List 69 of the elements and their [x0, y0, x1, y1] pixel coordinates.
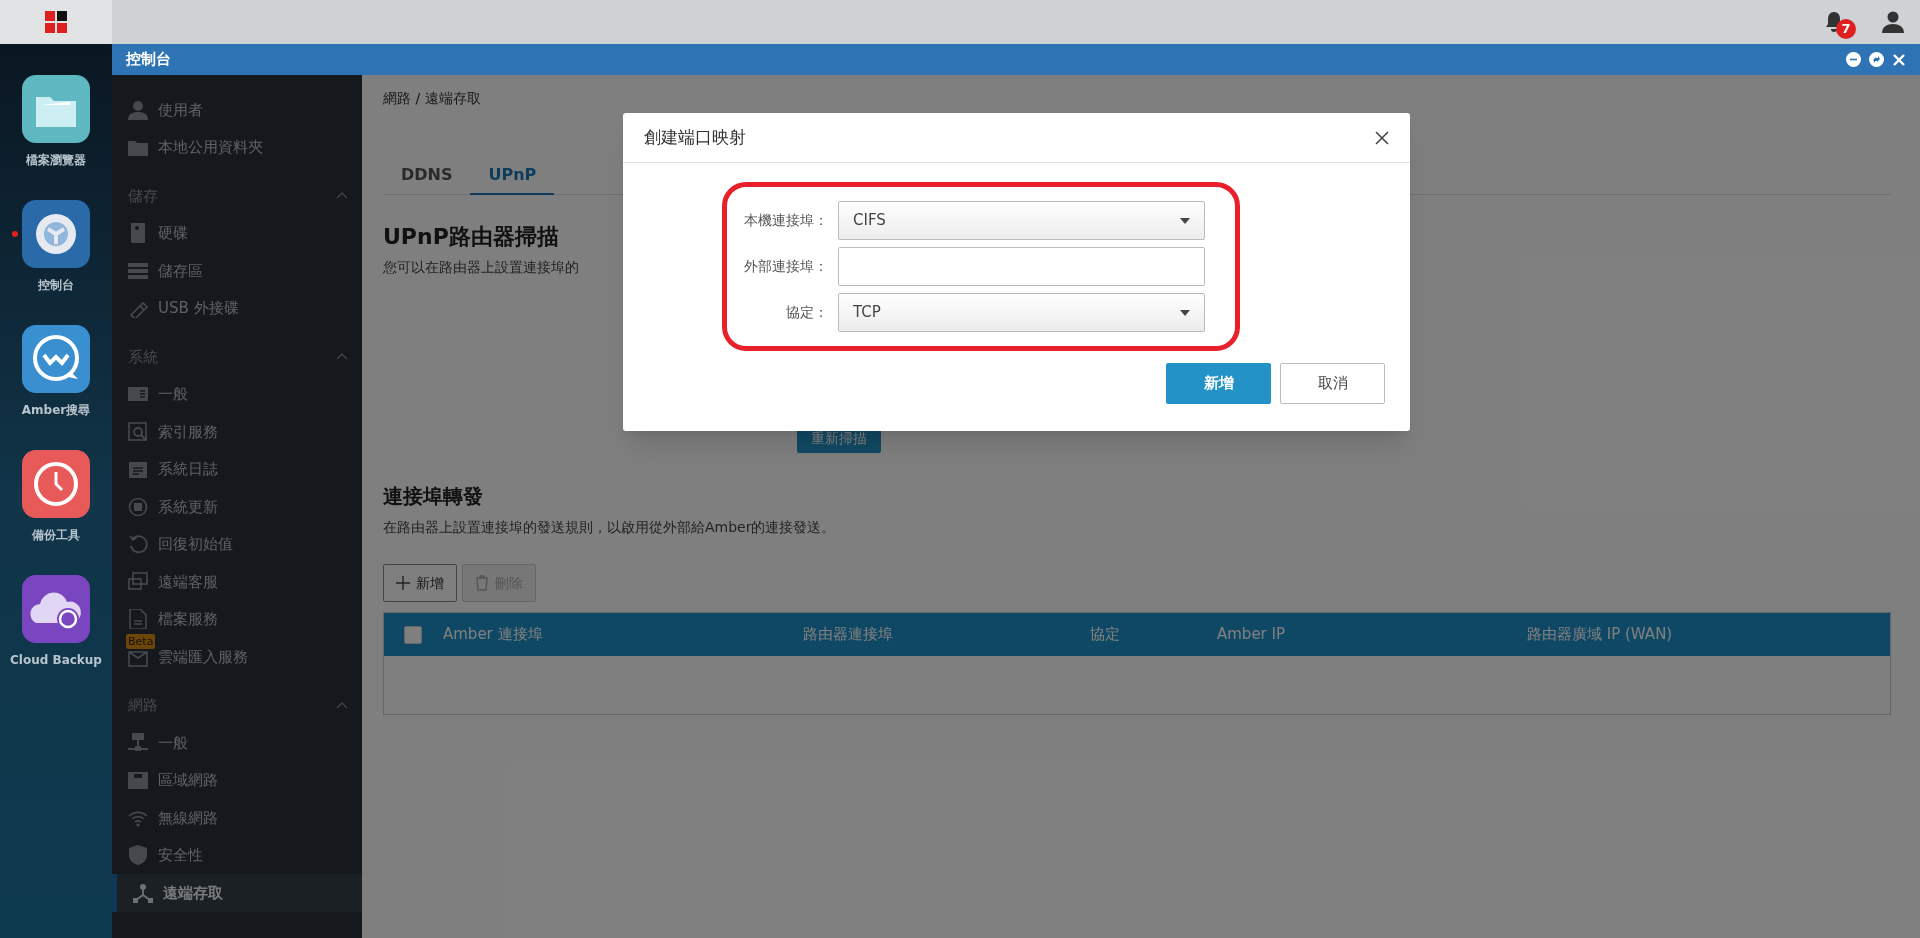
chat-bubble-icon[interactable]	[22, 325, 90, 393]
close-icon[interactable]	[1375, 130, 1389, 145]
search-icon	[128, 421, 148, 442]
add-button[interactable]: 新增	[383, 564, 457, 602]
sidebar-item[interactable]: 使用者	[112, 91, 362, 129]
dialog-title: 創建端口映射	[644, 125, 746, 149]
beta-badge: Beta	[126, 634, 156, 649]
cloud-icon[interactable]	[22, 575, 90, 643]
clock-icon[interactable]	[22, 450, 90, 518]
column-header: Amber 連接埠	[443, 624, 544, 646]
sidebar-item[interactable]: 系統更新	[112, 488, 362, 526]
field-label: 本機連接埠：	[743, 211, 829, 230]
app-grid-icon[interactable]	[45, 11, 67, 33]
undo-icon	[128, 534, 148, 555]
sidebar-item[interactable]: 硬碟	[112, 214, 362, 252]
field-label: 外部連接埠：	[743, 257, 829, 276]
sidebar-item[interactable]: 安全性	[112, 836, 362, 874]
file-icon	[128, 609, 148, 630]
calendar-icon	[128, 459, 148, 480]
section-title: UPnP路由器掃描	[383, 223, 559, 251]
breadcrumb: 網路 / 遠端存取	[383, 89, 482, 108]
plus-icon	[396, 576, 410, 590]
tab[interactable]: DDNS	[383, 157, 471, 195]
app-label[interactable]: Amber搜尋	[21, 401, 91, 419]
lan-icon	[128, 770, 148, 791]
sidebar-item[interactable]: 系統日誌	[112, 450, 362, 488]
sidebar-item[interactable]: USB 外接碟	[112, 289, 362, 327]
notification-badge: 7	[1836, 19, 1856, 39]
nodes-icon	[133, 882, 153, 903]
section-description: 您可以在路由器上設置連接埠的	[383, 258, 579, 277]
sidebar-item[interactable]: 本地公用資料夾	[112, 128, 362, 166]
input-field[interactable]	[838, 247, 1205, 286]
column-header: 路由器連接埠	[803, 624, 894, 646]
app-label[interactable]: 備份工具	[32, 526, 80, 544]
column-header: Amber IP	[1217, 624, 1287, 646]
dropdown-caret-icon	[1180, 217, 1190, 224]
sidebar-item[interactable]: 區域網路	[112, 761, 362, 799]
sidebar-item[interactable]: 索引服務	[112, 413, 362, 451]
add-button[interactable]: 新增	[1166, 363, 1271, 404]
user-icon[interactable]	[1882, 11, 1904, 33]
app-label[interactable]: Cloud Backup	[10, 651, 102, 669]
storage-icon	[128, 260, 148, 281]
section-description: 在路由器上設置連接埠的發送規則，以啟用從外部給Amber的連接發送。	[383, 518, 836, 537]
column-header: 路由器廣域 IP (WAN)	[1527, 624, 1673, 646]
folder-icon[interactable]	[22, 75, 90, 143]
remote-screen-icon	[128, 571, 148, 592]
sidebar-item[interactable]: 遠端客服	[112, 563, 362, 601]
dropdown[interactable]: CIFS	[838, 201, 1205, 240]
app-label[interactable]: 檔案瀏覽器	[26, 151, 86, 169]
column-header: 協定	[1090, 624, 1121, 646]
section-title: 連接埠轉發	[383, 483, 483, 510]
cancel-button[interactable]: 取消	[1280, 363, 1385, 404]
network-icon	[128, 732, 148, 753]
minimize-icon[interactable]	[1846, 52, 1861, 67]
window-title: 控制台	[126, 49, 171, 71]
user-icon	[128, 99, 148, 120]
dropdown[interactable]: TCP	[838, 293, 1205, 332]
dropdown-caret-icon	[1180, 309, 1190, 316]
tab[interactable]: UPnP	[470, 157, 555, 195]
select-all-checkbox[interactable]	[404, 625, 422, 644]
trash-icon	[475, 575, 489, 591]
sidebar-item[interactable]: 遠端存取	[112, 874, 362, 912]
sidebar-item[interactable]: 儲存區	[112, 252, 362, 290]
restore-icon[interactable]	[1869, 52, 1884, 67]
shield-icon	[128, 845, 148, 866]
field-label: 協定：	[785, 303, 829, 322]
app-label[interactable]: 控制台	[38, 276, 74, 294]
sidebar-item[interactable]: 無線網路	[112, 799, 362, 837]
sidebar-item[interactable]: 回復初始值	[112, 525, 362, 563]
